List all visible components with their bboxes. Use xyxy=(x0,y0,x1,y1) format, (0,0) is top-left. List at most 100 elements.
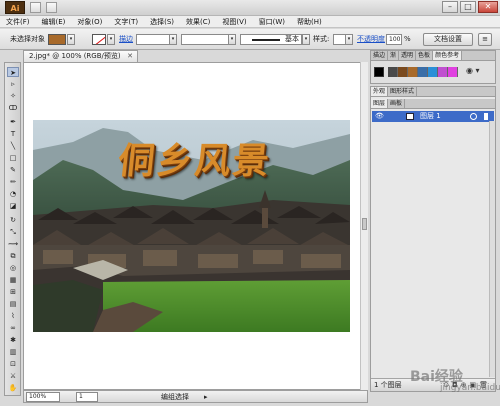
delete-layer-icon[interactable]: 🗑 xyxy=(479,381,491,389)
guide-swatch[interactable] xyxy=(428,67,438,77)
tab-swatches[interactable]: 色板 xyxy=(416,51,434,60)
document-tab[interactable]: 2.jpg* @ 100% (RGB/预览) ✕ xyxy=(23,50,138,62)
scale-tool-icon[interactable]: ⤡ xyxy=(7,227,19,237)
maximize-icon[interactable]: □ xyxy=(460,1,476,13)
guide-swatch[interactable] xyxy=(448,67,458,77)
document-setup-button[interactable]: 文档设置 xyxy=(423,33,473,46)
symbol-sprayer-tool-icon[interactable]: ✱ xyxy=(7,335,19,345)
stroke-swatch[interactable] xyxy=(92,34,106,45)
minimize-icon[interactable]: – xyxy=(442,1,458,13)
tab-color-guide[interactable]: 颜色参考 xyxy=(433,51,463,60)
stroke-link[interactable]: 描边 xyxy=(119,34,133,45)
tab-graphic-styles[interactable]: 图形样式 xyxy=(388,87,418,96)
status-menu-icon[interactable]: ▸ xyxy=(204,392,208,402)
mesh-tool-icon[interactable]: ⊞ xyxy=(7,287,19,297)
column-graph-tool-icon[interactable]: ▥ xyxy=(7,347,19,357)
variable-width-field[interactable] xyxy=(181,34,233,45)
tab-stroke[interactable]: 描边 xyxy=(371,51,389,60)
locate-object-icon[interactable]: ⊙ xyxy=(443,381,452,389)
layer-row[interactable]: 👁 图层 1 xyxy=(372,111,494,122)
stroke-weight-dropdown[interactable]: ▾ xyxy=(169,34,177,45)
color-guide-swatches xyxy=(374,65,458,79)
width-tool-icon[interactable]: ⟿ xyxy=(7,239,19,249)
fill-swatch[interactable] xyxy=(48,34,66,45)
close-icon[interactable]: ✕ xyxy=(478,1,498,13)
guide-swatch[interactable] xyxy=(408,67,418,77)
arrange-documents-icon[interactable] xyxy=(46,2,57,13)
menu-view[interactable]: 视图(V) xyxy=(222,17,246,27)
clipping-mask-icon[interactable]: ◘ xyxy=(452,381,461,389)
perspective-grid-tool-icon[interactable]: ▦ xyxy=(7,275,19,285)
hand-tool-icon[interactable]: ✋ xyxy=(7,383,19,393)
lasso-tool-icon[interactable]: ↀ xyxy=(7,103,19,113)
selection-label: 未选择对象 xyxy=(10,35,45,43)
shape-builder-tool-icon[interactable]: ◎ xyxy=(7,263,19,273)
paintbrush-tool-icon[interactable]: ✎ xyxy=(7,165,19,175)
type-tool-icon[interactable]: T xyxy=(7,129,19,139)
pen-tool-icon[interactable]: ✒ xyxy=(7,117,19,127)
target-circle-icon[interactable] xyxy=(470,113,477,120)
artboard-number-field[interactable]: 1 xyxy=(76,392,98,402)
variable-width-dropdown[interactable]: ▾ xyxy=(228,34,236,45)
opacity-link[interactable]: 不透明度 xyxy=(357,34,385,45)
selection-tool-icon[interactable]: ➤ xyxy=(7,67,19,77)
new-layer-icon[interactable]: ▣ xyxy=(469,381,479,389)
guide-swatch[interactable] xyxy=(418,67,428,77)
appearance-tabs: 外观 图形样式 xyxy=(371,87,495,97)
brush-stroke-preview xyxy=(252,39,280,41)
slice-tool-icon[interactable]: ⚔ xyxy=(7,371,19,381)
rotate-tool-icon[interactable]: ↻ xyxy=(7,215,19,225)
guide-swatch[interactable] xyxy=(388,67,398,77)
tab-appearance[interactable]: 外观 xyxy=(371,87,389,96)
selection-indicator xyxy=(484,113,488,120)
pencil-tool-icon[interactable]: ✏ xyxy=(7,177,19,187)
menu-object[interactable]: 对象(O) xyxy=(77,17,102,27)
graphic-style-dropdown[interactable]: ▾ xyxy=(345,34,353,45)
tab-artboards[interactable]: 画板 xyxy=(388,99,406,108)
color-guide-panel: 描边 渐 透明 色板 颜色参考 ◉ ▾ xyxy=(370,50,496,84)
menu-select[interactable]: 选择(S) xyxy=(150,17,174,27)
opacity-input[interactable]: 100 xyxy=(386,34,402,45)
vertical-scrollbar[interactable] xyxy=(360,62,368,390)
tab-layers[interactable]: 图层 xyxy=(371,99,389,108)
close-document-icon[interactable]: ✕ xyxy=(127,51,133,62)
free-transform-tool-icon[interactable]: ⧉ xyxy=(7,251,19,261)
status-bar: 100% 1 编组选择 ▸ xyxy=(23,390,368,403)
fill-dropdown[interactable]: ▾ xyxy=(67,34,75,45)
blend-tool-icon[interactable]: ∞ xyxy=(7,323,19,333)
menu-type[interactable]: 文字(T) xyxy=(114,17,138,27)
direct-selection-tool-icon[interactable]: ▹ xyxy=(7,79,19,89)
menu-file[interactable]: 文件(F) xyxy=(6,17,30,27)
brush-dropdown[interactable]: ▾ xyxy=(302,34,310,45)
guide-swatch[interactable] xyxy=(438,67,448,77)
layers-scrollbar[interactable] xyxy=(489,121,495,377)
rectangle-tool-icon[interactable]: □ xyxy=(7,153,19,163)
eraser-tool-icon[interactable]: ◪ xyxy=(7,201,19,211)
menu-edit[interactable]: 编辑(E) xyxy=(42,17,66,27)
blob-brush-tool-icon[interactable]: ◔ xyxy=(7,189,19,199)
placed-image[interactable]: 侗乡风景 xyxy=(33,120,350,332)
layer-name[interactable]: 图层 1 xyxy=(420,111,441,122)
eyedropper-tool-icon[interactable]: ⌇ xyxy=(7,311,19,321)
stroke-dropdown[interactable]: ▾ xyxy=(107,34,115,45)
gradient-tool-icon[interactable]: ▤ xyxy=(7,299,19,309)
tab-gradient[interactable]: 渐 xyxy=(388,51,400,60)
bridge-icon[interactable] xyxy=(30,2,41,13)
eye-icon[interactable]: 👁 xyxy=(375,111,384,122)
menu-help[interactable]: 帮助(H) xyxy=(297,17,322,27)
base-color-swatch[interactable] xyxy=(374,67,384,77)
layers-panel: 外观 图形样式 图层 画板 👁 图层 1 1 个图层 ⊙◘⊕▣🗑 xyxy=(370,86,496,392)
window-controls: – □ ✕ xyxy=(442,1,498,13)
magic-wand-tool-icon[interactable]: ✧ xyxy=(7,91,19,101)
tab-transparency[interactable]: 透明 xyxy=(399,51,417,60)
scroll-thumb[interactable] xyxy=(362,218,367,230)
menu-effect[interactable]: 效果(C) xyxy=(186,17,210,27)
options-icon[interactable]: ≡ xyxy=(478,33,492,46)
line-tool-icon[interactable]: ╲ xyxy=(7,141,19,151)
menu-window[interactable]: 窗口(W) xyxy=(259,17,285,27)
harmony-rules-icon[interactable]: ◉ ▾ xyxy=(466,66,480,75)
guide-swatch[interactable] xyxy=(398,67,408,77)
zoom-field[interactable]: 100% xyxy=(26,392,60,402)
artboard-tool-icon[interactable]: ⊡ xyxy=(7,359,19,369)
layers-footer: 1 个图层 ⊙◘⊕▣🗑 xyxy=(371,378,495,391)
